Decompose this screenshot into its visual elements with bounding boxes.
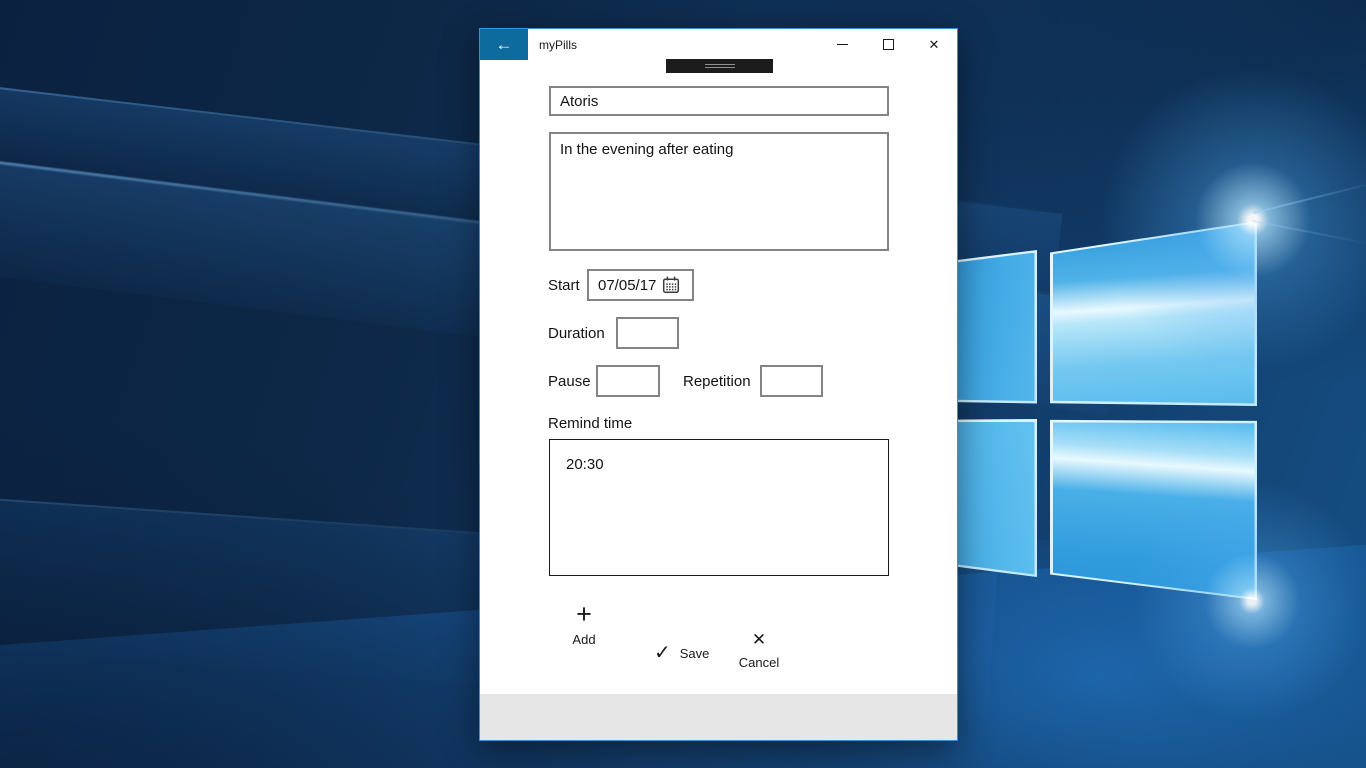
close-icon: ✕ [928,37,940,52]
back-arrow-icon: ← [495,35,513,54]
pause-label: Pause [548,373,591,390]
remind-time-list[interactable]: 20:30 [549,439,889,576]
mypills-window: ← myPills ✕ In the evening after eating … [479,28,958,741]
repetition-input[interactable] [760,365,823,397]
start-label: Start [548,277,580,294]
windows-logo-pane-top-right [1050,221,1257,406]
grip-line [704,67,735,68]
start-date-picker[interactable]: 07/05/17 [587,269,694,301]
titlebar: ← myPills ✕ [480,29,957,61]
footer-bar [480,694,957,740]
duration-label: Duration [548,325,605,342]
window-title: myPills [539,38,577,52]
desktop: ← myPills ✕ In the evening after eating … [0,0,1366,768]
notes-textarea[interactable]: In the evening after eating [549,132,889,251]
form-content: In the evening after eating Start 07/05/… [480,59,957,695]
repetition-label: Repetition [683,373,751,390]
grip-line [704,64,735,65]
cancel-label: Cancel [738,655,780,670]
save-label: Save [679,646,710,661]
cancel-button[interactable]: ✕ Cancel [730,630,788,671]
start-date-value: 07/05/17 [598,276,657,294]
add-button[interactable]: + Add [563,599,605,648]
close-button[interactable]: ✕ [911,29,957,60]
calendar-icon [663,276,680,293]
light-ray [1253,180,1366,214]
add-label: Add [572,632,596,647]
windows-logo-pane-bottom-right [1050,419,1257,602]
minimize-icon [836,44,848,45]
minimize-button[interactable] [819,29,865,60]
maximize-button[interactable] [865,29,911,60]
back-button[interactable]: ← [480,29,528,60]
light-ray [1252,220,1366,245]
save-button[interactable]: ✓ Save [654,642,710,664]
medicine-name-input[interactable] [549,86,889,116]
window-controls: ✕ [819,29,957,60]
maximize-icon [882,39,894,50]
check-icon: ✓ [654,642,671,664]
remind-time-item[interactable]: 20:30 [566,456,604,473]
plus-icon: + [576,599,592,629]
duration-input[interactable] [616,317,679,349]
pause-input[interactable] [596,365,660,397]
x-icon: ✕ [751,630,767,649]
drag-handle[interactable] [666,59,773,73]
remind-time-label: Remind time [548,415,633,432]
